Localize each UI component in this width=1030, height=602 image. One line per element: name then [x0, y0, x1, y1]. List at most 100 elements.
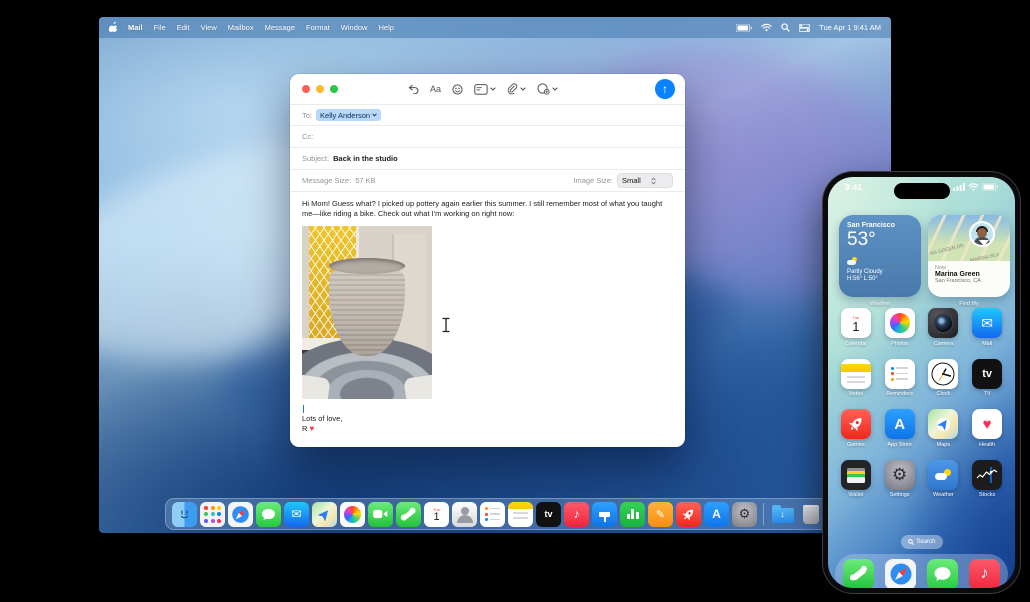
- undo-icon[interactable]: [408, 84, 419, 94]
- send-arrow-icon: ↑: [662, 82, 668, 96]
- to-field[interactable]: To: Kelly Anderson: [290, 104, 685, 125]
- subject-label: Subject:: [302, 154, 330, 163]
- iphone-app-games[interactable]: [840, 409, 871, 439]
- insert-media-icon[interactable]: [537, 83, 558, 95]
- findmy-avatar-pin: [969, 221, 995, 247]
- heart-emoji: ♥: [309, 424, 315, 433]
- image-size-label: Image Size:: [573, 176, 613, 185]
- iphone-app-clock[interactable]: [928, 358, 959, 389]
- format-icon[interactable]: Aa: [430, 84, 441, 94]
- iphone-dock-music[interactable]: ♪: [969, 558, 1000, 588]
- iphone-dock: ♪: [835, 554, 1008, 588]
- mac-desktop: Mail File Edit View Mailbox Message Form…: [99, 17, 891, 533]
- header-fields-icon[interactable]: [474, 83, 496, 95]
- attach-icon[interactable]: [507, 83, 526, 95]
- dock-icon-music[interactable]: ♪: [564, 501, 589, 527]
- iphone-app-tv[interactable]: tv: [972, 358, 1003, 389]
- iphone-dock-messages[interactable]: [927, 558, 958, 588]
- iphone-app-appstore[interactable]: A: [884, 409, 915, 439]
- weather-hilo: H:56° L:50°: [847, 275, 878, 282]
- menu-item-file[interactable]: File: [154, 23, 166, 32]
- iphone-app-health[interactable]: ♥: [972, 409, 1003, 439]
- dock-icon-trash[interactable]: [798, 502, 823, 527]
- dock-icon-apps[interactable]: [200, 501, 225, 527]
- menu-item-window[interactable]: Window: [341, 23, 368, 32]
- dock-icon-appstore[interactable]: A: [704, 501, 729, 527]
- dock-icon-safari[interactable]: [228, 501, 253, 527]
- dock-icon-facetime[interactable]: [368, 501, 393, 527]
- dock-icon-settings[interactable]: ⚙: [732, 501, 757, 527]
- search-icon[interactable]: [781, 23, 790, 32]
- mail-compose-window: Aa ↑ To: Kelly Anderson Cc: Subject: Bac…: [290, 74, 685, 447]
- cc-field[interactable]: Cc:: [290, 125, 685, 147]
- iphone-app-mail[interactable]: ✉: [972, 308, 1003, 338]
- dock-icon-keynote[interactable]: [592, 501, 617, 527]
- emoji-icon[interactable]: [452, 83, 463, 95]
- dock-icon-pages[interactable]: ✎: [648, 501, 673, 527]
- menu-item-edit[interactable]: Edit: [177, 23, 190, 32]
- iphone-app-calendar[interactable]: Tue 1: [840, 308, 871, 338]
- menu-item-help[interactable]: Help: [378, 23, 393, 32]
- window-titlebar[interactable]: Aa ↑: [290, 74, 685, 104]
- menu-item-view[interactable]: View: [201, 23, 217, 32]
- subject-field[interactable]: Subject: Back in the studio: [290, 147, 685, 169]
- send-button[interactable]: ↑: [655, 79, 675, 99]
- dock-icon-calendar[interactable]: Tue 1: [424, 501, 449, 527]
- dock-icon-maps[interactable]: [312, 501, 337, 527]
- dock-icon-mail[interactable]: ✉: [284, 501, 309, 527]
- dock-icon-photos[interactable]: [340, 501, 365, 527]
- dock-icon-contacts[interactable]: [452, 501, 477, 527]
- dock-icon-finder[interactable]: [172, 501, 197, 527]
- weather-city: San Francisco: [847, 222, 895, 229]
- zoom-button[interactable]: [330, 85, 338, 93]
- closing-line-2: R ♥: [302, 424, 315, 433]
- weather-widget[interactable]: San Francisco 53° Partly Cloudy H:56° L:…: [839, 215, 921, 297]
- close-button[interactable]: [302, 85, 310, 93]
- iphone-dock-safari[interactable]: [885, 558, 916, 588]
- findmy-widget[interactable]: NA GREEN DR MARINA BLV Now Marina Green …: [928, 215, 1010, 297]
- iphone-search-pill[interactable]: Search: [900, 535, 943, 549]
- dock-icon-notes[interactable]: [508, 501, 533, 527]
- wifi-icon[interactable]: [761, 23, 772, 32]
- recipient-token[interactable]: Kelly Anderson: [316, 109, 382, 121]
- control-center-icon[interactable]: [799, 23, 811, 32]
- iphone-app-stocks[interactable]: [972, 459, 1003, 490]
- image-size-select[interactable]: Small: [617, 173, 673, 188]
- iphone-app-notes[interactable]: [840, 358, 871, 389]
- iphone-app-photos[interactable]: [884, 308, 915, 338]
- dock-icon-numbers[interactable]: [620, 501, 645, 527]
- iphone-dock-phone[interactable]: [843, 558, 874, 588]
- pottery-photo[interactable]: [302, 226, 432, 400]
- iphone-app-camera[interactable]: [928, 308, 959, 338]
- to-label: To:: [302, 110, 313, 120]
- menu-bar-clock[interactable]: Tue Apr 1 9:41 AM: [819, 23, 881, 32]
- battery-icon[interactable]: [736, 23, 753, 32]
- iphone-app-reminders[interactable]: [884, 358, 915, 389]
- heart-icon: ♥: [982, 415, 992, 433]
- iphone-app-weather[interactable]: [928, 459, 959, 490]
- menu-item-message[interactable]: Message: [265, 23, 295, 32]
- menu-item-mailbox[interactable]: Mailbox: [228, 23, 254, 32]
- dock-icon-tv[interactable]: tv: [536, 501, 561, 527]
- wifi-icon: [968, 183, 979, 191]
- iphone-app-settings[interactable]: ⚙: [884, 459, 915, 490]
- dock-icon-reminders[interactable]: [480, 501, 505, 527]
- message-body[interactable]: Hi Mom! Guess what? I picked up pottery …: [290, 192, 685, 434]
- iphone-app-wallet[interactable]: [840, 459, 871, 490]
- apple-menu[interactable]: [108, 21, 119, 35]
- iphone-clock: 9:41: [845, 182, 863, 192]
- chevron-down-icon: [372, 113, 377, 117]
- dynamic-island: [893, 183, 950, 199]
- iphone-device: 9:41 San Francisco 53° Partly Cloudy H:5…: [823, 172, 1020, 593]
- dock-icon-games[interactable]: [676, 501, 701, 527]
- message-size-value: 57 KB: [355, 176, 376, 185]
- iphone-app-maps[interactable]: [928, 409, 959, 439]
- menu-item-format[interactable]: Format: [306, 23, 330, 32]
- dock-icon-messages[interactable]: [256, 501, 281, 527]
- weather-widget-label: Weather: [869, 301, 891, 307]
- minimize-button[interactable]: [316, 85, 324, 93]
- iphone-screen: 9:41 San Francisco 53° Partly Cloudy H:5…: [828, 177, 1015, 588]
- dock-icon-downloads[interactable]: ↓: [770, 502, 795, 527]
- dock-icon-phone[interactable]: [396, 501, 421, 527]
- menu-item-mail[interactable]: Mail: [128, 23, 143, 32]
